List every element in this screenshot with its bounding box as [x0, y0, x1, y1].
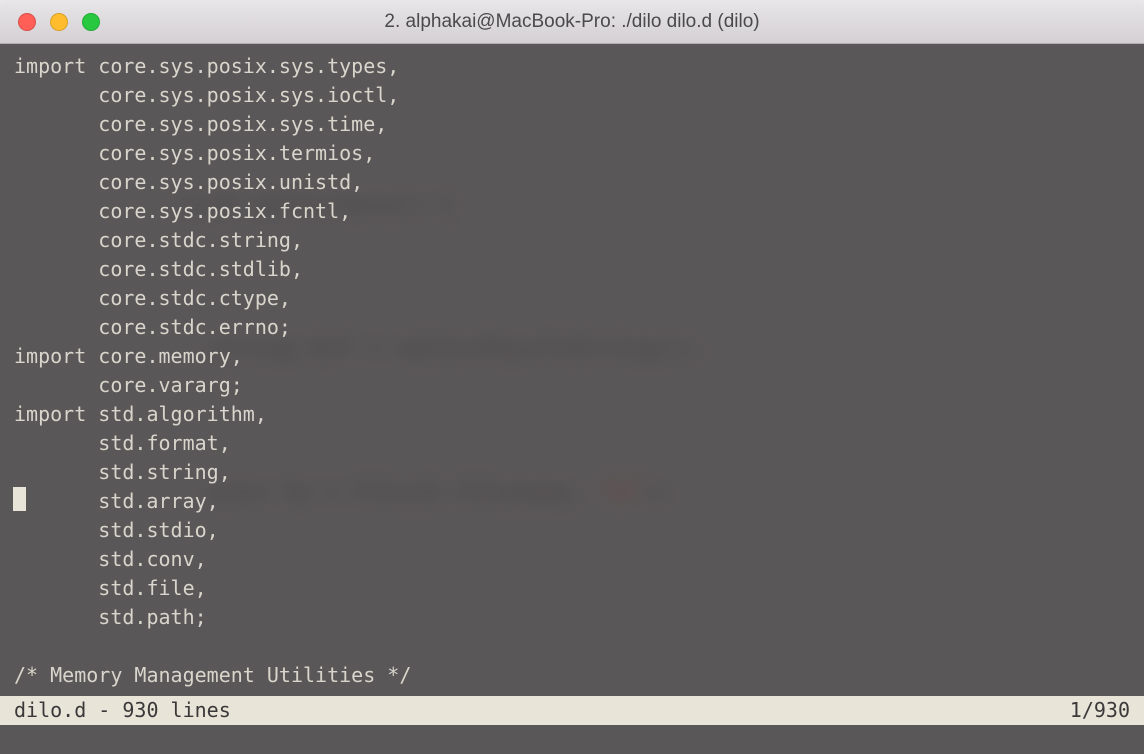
- code-line: core.stdc.stdlib,: [14, 255, 1130, 284]
- close-icon[interactable]: [18, 13, 36, 31]
- code-line: core.vararg;: [14, 371, 1130, 400]
- code-line: std.file,: [14, 574, 1130, 603]
- code-line: core.stdc.errno;: [14, 313, 1130, 342]
- terminal-window: 2. alphakai@MacBook-Pro: ./dilo dilo.d (…: [0, 0, 1144, 754]
- terminal-area[interactable]: void editorSave() { string buf = editorR…: [0, 44, 1144, 754]
- code-line: import core.sys.posix.sys.types,: [14, 52, 1130, 81]
- traffic-lights: [0, 13, 100, 31]
- window-title: 2. alphakai@MacBook-Pro: ./dilo dilo.d (…: [0, 11, 1144, 33]
- code-line: /* Memory Management Utilities */: [14, 661, 1130, 690]
- minimize-icon[interactable]: [50, 13, 68, 31]
- status-bar: dilo.d - 930 lines 1/930: [0, 696, 1144, 725]
- cursor: [13, 487, 26, 511]
- code-line: std.path;: [14, 603, 1130, 632]
- status-left: dilo.d - 930 lines: [14, 696, 231, 725]
- code-line: core.stdc.ctype,: [14, 284, 1130, 313]
- code-line: import std.algorithm,: [14, 400, 1130, 429]
- code-line: std.format,: [14, 429, 1130, 458]
- code-line: core.stdc.string,: [14, 226, 1130, 255]
- code-line: std.array,: [14, 487, 1130, 516]
- code-line: core.sys.posix.sys.ioctl,: [14, 81, 1130, 110]
- code-area: import core.sys.posix.sys.types, core.sy…: [14, 52, 1130, 690]
- titlebar: 2. alphakai@MacBook-Pro: ./dilo dilo.d (…: [0, 0, 1144, 44]
- status-right: 1/930: [1070, 696, 1130, 725]
- code-line: core.sys.posix.sys.time,: [14, 110, 1130, 139]
- code-line: core.sys.posix.fcntl,: [14, 197, 1130, 226]
- code-line: std.string,: [14, 458, 1130, 487]
- help-bar: HELP: Ctrl-S = save | Ctrl-Q = quit: [0, 725, 1144, 754]
- code-line: std.stdio,: [14, 516, 1130, 545]
- code-line: std.conv,: [14, 545, 1130, 574]
- code-line: core.sys.posix.termios,: [14, 139, 1130, 168]
- maximize-icon[interactable]: [82, 13, 100, 31]
- code-line: import core.memory,: [14, 342, 1130, 371]
- code-line: core.sys.posix.unistd,: [14, 168, 1130, 197]
- code-line: [14, 632, 1130, 661]
